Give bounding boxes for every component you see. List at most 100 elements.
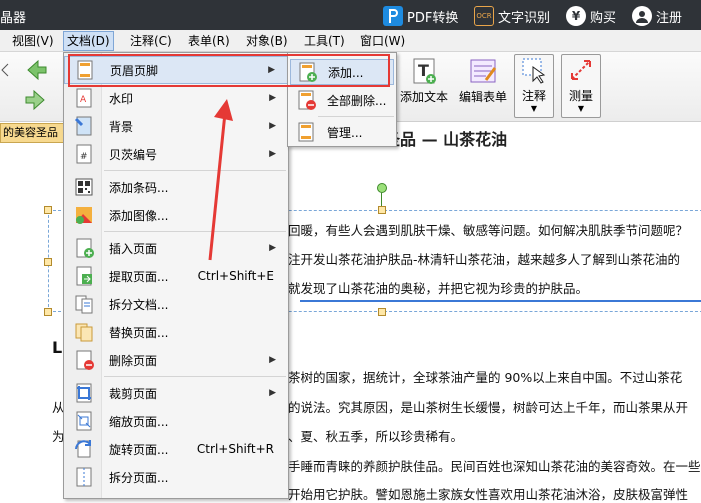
pdf-convert-button[interactable]: PDF转换 xyxy=(383,5,458,27)
menu-item-insert-page[interactable]: 插入页面 ▶ xyxy=(64,234,288,262)
register-label: 注册 xyxy=(656,10,683,26)
crop-pages-icon xyxy=(76,383,92,403)
menu-item-label: 旋转页面... xyxy=(109,442,169,457)
app-title: 晶器 xyxy=(0,11,27,26)
menu-separator xyxy=(104,231,286,232)
menu-item-split-document[interactable]: 拆分文档... xyxy=(64,290,288,318)
edit-form-tool[interactable]: 编辑表单 xyxy=(455,56,511,105)
menu-view[interactable]: 视图(V) xyxy=(12,33,54,50)
document-menu: 页眉页脚 ▶ A 水印 ▶ 背景 ▶ # 贝茨编号 ▶ 添加条码... 添加图像… xyxy=(63,52,289,499)
image-icon xyxy=(76,207,92,224)
menu-item-label: 背景 xyxy=(109,119,134,134)
edit-form-label: 编辑表单 xyxy=(458,90,507,104)
red-arrow-annotation xyxy=(208,99,233,261)
menu-item-label: 提取页面... xyxy=(109,269,169,284)
submenu-item-delete-all[interactable]: 全部删除... xyxy=(290,87,394,113)
add-text-icon: T xyxy=(409,56,439,86)
ocr-icon: OCR xyxy=(474,6,494,26)
annotate-tool[interactable]: 注释 ▼ xyxy=(514,54,554,118)
menu-item-add-image[interactable]: 添加图像... xyxy=(64,201,288,229)
menu-item-extract-pages[interactable]: 提取页面... Ctrl+Shift+E xyxy=(64,262,288,290)
resize-handle-bl[interactable] xyxy=(44,308,52,316)
edit-form-icon xyxy=(468,56,498,86)
yen-icon: ¥ xyxy=(566,6,586,26)
watermark-icon: A xyxy=(76,88,92,108)
buy-button[interactable]: ¥ 购买 xyxy=(566,5,616,27)
doc-line-6: 、夏、秋五季，所以珍贵稀有。 xyxy=(288,429,464,444)
rotate-handle[interactable] xyxy=(377,183,387,193)
annotate-label: 注释 xyxy=(521,89,546,103)
resize-handle-bottom[interactable] xyxy=(378,308,386,316)
menu-item-scale-pages[interactable]: 缩放页面... xyxy=(64,407,288,435)
svg-text:A: A xyxy=(80,95,87,105)
buy-label: 购买 xyxy=(590,10,617,26)
add-text-tool[interactable]: T 添加文本 xyxy=(398,56,450,105)
menu-item-bates-numbering[interactable]: # 贝茨编号 ▶ xyxy=(64,140,288,168)
menu-item-watermark[interactable]: A 水印 ▶ xyxy=(64,84,288,112)
menu-item-label: 插入页面 xyxy=(109,241,158,256)
submenu-arrow-icon: ▶ xyxy=(269,355,276,365)
pdf-convert-icon xyxy=(383,6,403,26)
menu-separator xyxy=(104,376,286,377)
background-icon xyxy=(74,116,92,136)
submenu-item-label: 全部删除... xyxy=(327,93,387,108)
svg-text:#: # xyxy=(80,152,88,162)
submenu-arrow-icon: ▶ xyxy=(269,93,276,103)
doc-line-1: 回暖，有些人会遇到肌肤干燥、敏感等问题。如何解决肌肤季节问题呢？ xyxy=(288,223,689,238)
delete-all-icon xyxy=(298,90,316,110)
doc-line-4: 茶树的国家，据统计，全球茶油产量的 90%以上来自中国。不过山茶花 xyxy=(288,370,683,385)
barcode-icon xyxy=(75,178,93,196)
menu-tools[interactable]: 工具(T) xyxy=(304,33,345,50)
highlight-box xyxy=(68,54,390,87)
submenu-arrow-icon: ▶ xyxy=(269,121,276,131)
resize-handle-tl[interactable] xyxy=(44,206,52,214)
menu-window[interactable]: 窗口(W) xyxy=(360,33,405,50)
menu-item-label: 裁剪页面 xyxy=(109,386,158,401)
doc-line-5: 的说法。究其原因，是山茶树生长缓慢，树龄可达上千年，而山茶果从开 xyxy=(288,400,689,415)
menu-item-split-pages[interactable]: 拆分页面... xyxy=(64,463,288,491)
scale-pages-icon xyxy=(76,411,92,431)
doc-line-7: 手睡而青睐的养颜护肤佳品。民间百姓也深知山茶花油的美容奇效。在一些 xyxy=(288,459,701,474)
forward-arrow-icon[interactable] xyxy=(24,88,48,115)
menu-item-crop-pages[interactable]: 裁剪页面 ▶ xyxy=(64,379,288,407)
menu-item-shortcut: Ctrl+Shift+E xyxy=(197,269,274,283)
menu-item-label: 删除页面 xyxy=(109,353,158,368)
ocr-button[interactable]: OCR 文字识别 xyxy=(474,5,550,27)
menu-item-label: 拆分页面... xyxy=(109,470,169,485)
title-bar: 晶器 PDF转换 OCR 文字识别 ¥ 购买 注册 xyxy=(0,0,701,30)
replace-pages-icon xyxy=(75,323,93,342)
submenu-item-manage[interactable]: 管理... xyxy=(290,119,394,145)
menu-item-add-barcode[interactable]: 添加条码... xyxy=(64,173,288,201)
resize-handle-top[interactable] xyxy=(378,206,386,214)
toolbar-scroll-left[interactable] xyxy=(0,60,10,83)
menu-item-delete-pages[interactable]: 删除页面 ▶ xyxy=(64,346,288,374)
menu-item-label: 缩放页面... xyxy=(109,414,169,429)
split-document-icon xyxy=(75,295,93,314)
menu-document[interactable]: 文档(D) xyxy=(63,31,114,51)
menu-item-background[interactable]: 背景 ▶ xyxy=(64,112,288,140)
menu-item-replace-pages[interactable]: 替换页面... xyxy=(64,318,288,346)
manage-icon xyxy=(298,122,314,142)
menu-object[interactable]: 对象(B) xyxy=(246,33,288,50)
back-arrow-icon[interactable] xyxy=(24,58,48,85)
add-text-label: 添加文本 xyxy=(399,90,448,104)
menu-annotate[interactable]: 注释(C) xyxy=(130,33,172,50)
submenu-separator xyxy=(318,116,394,117)
register-button[interactable]: 注册 xyxy=(632,5,682,27)
user-icon xyxy=(632,6,652,26)
delete-pages-icon xyxy=(76,350,94,370)
submenu-arrow-icon: ▶ xyxy=(269,388,276,398)
menu-item-label: 贝茨编号 xyxy=(109,147,158,162)
rotate-pages-icon xyxy=(75,440,91,458)
bates-numbering-icon: # xyxy=(76,144,92,164)
doc-line-2: 注开发山茶花油护肤品-林清轩山茶花油，越来越多人了解到山茶花油的 xyxy=(288,252,681,267)
menu-item-label: 添加条码... xyxy=(109,180,169,195)
resize-handle-left[interactable] xyxy=(44,258,52,266)
measure-dropdown-arrow: ▼ xyxy=(577,104,585,113)
menu-item-rotate-pages[interactable]: 旋转页面... Ctrl+Shift+R xyxy=(64,435,288,463)
measure-icon xyxy=(566,55,596,85)
measure-tool[interactable]: 测量 ▼ xyxy=(561,54,601,118)
menu-form[interactable]: 表单(R) xyxy=(188,33,230,50)
extract-pages-icon xyxy=(76,266,92,286)
menu-item-label: 添加图像... xyxy=(109,208,169,223)
